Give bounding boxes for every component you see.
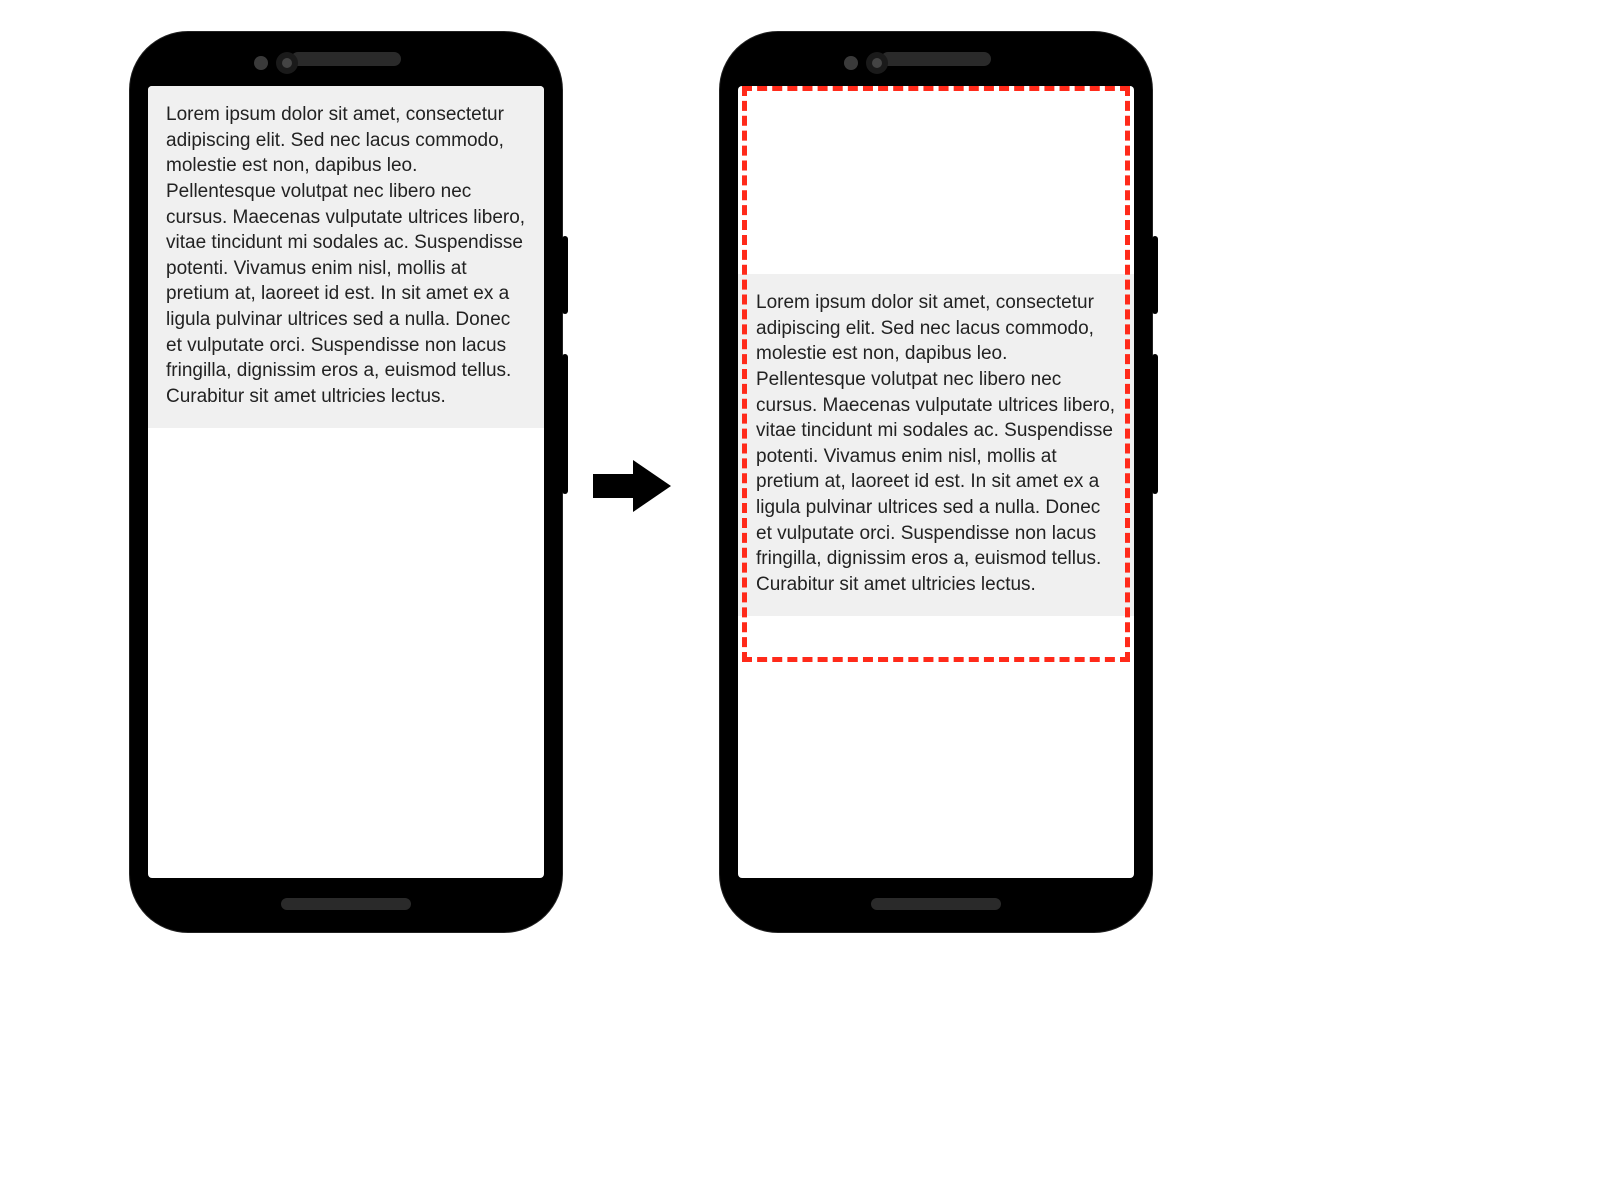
body-text-right: Lorem ipsum dolor sit amet, consectetur … (738, 274, 1134, 616)
arrow-right-icon (593, 456, 673, 516)
earpiece-speaker-icon (881, 52, 991, 66)
body-text-left: Lorem ipsum dolor sit amet, consectetur … (148, 86, 544, 428)
phone-mockup-left: Lorem ipsum dolor sit amet, consectetur … (130, 32, 562, 932)
phone-screen-left: Lorem ipsum dolor sit amet, consectetur … (148, 86, 544, 878)
phone-mockup-right: Lorem ipsum dolor sit amet, consectetur … (720, 32, 1152, 932)
diagram-stage: Lorem ipsum dolor sit amet, consectetur … (0, 0, 1600, 1200)
sensor-dot-icon (844, 56, 858, 70)
front-camera-icon (276, 52, 298, 74)
power-button-icon (1152, 236, 1158, 314)
front-camera-icon (866, 52, 888, 74)
volume-button-icon (562, 354, 568, 494)
sensor-dot-icon (254, 56, 268, 70)
phone-screen-right: Lorem ipsum dolor sit amet, consectetur … (738, 86, 1134, 878)
earpiece-speaker-icon (291, 52, 401, 66)
power-button-icon (562, 236, 568, 314)
bottom-speaker-icon (281, 898, 411, 910)
bottom-speaker-icon (871, 898, 1001, 910)
volume-button-icon (1152, 354, 1158, 494)
